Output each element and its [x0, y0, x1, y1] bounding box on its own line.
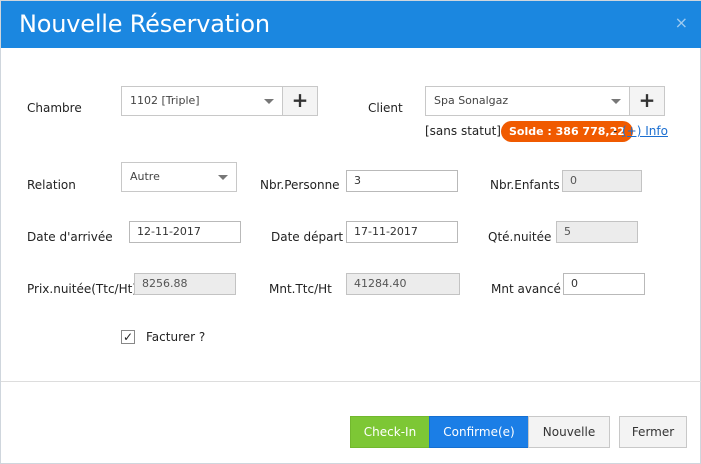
nbr-enfants-input: 0	[562, 170, 642, 192]
footer-divider	[1, 381, 701, 382]
mnt-ttc-input: 41284.40	[346, 273, 460, 295]
chambre-select[interactable]: 1102 [Triple]	[121, 86, 283, 116]
prix-nuitee-input: 8256.88	[134, 273, 236, 295]
mnt-avance-input[interactable]: 0	[563, 273, 645, 295]
facturer-checkbox[interactable]: ✓	[121, 330, 135, 344]
check-icon: ✓	[122, 330, 134, 344]
relation-label: Relation	[27, 178, 76, 192]
client-value: Spa Sonalgaz	[434, 94, 509, 107]
client-status: [sans statut]	[425, 124, 501, 138]
date-depart-input[interactable]: 17-11-2017	[346, 221, 458, 243]
client-label: Client	[368, 101, 403, 115]
nbr-enfants-label: Nbr.Enfants	[490, 178, 560, 192]
dialog-title: Nouvelle Réservation	[19, 10, 270, 38]
qte-nuitee-input: 5	[556, 221, 638, 243]
chevron-down-icon	[611, 99, 621, 104]
chevron-down-icon	[218, 175, 228, 180]
fermer-button[interactable]: Fermer	[619, 416, 687, 448]
close-icon[interactable]: ×	[675, 13, 688, 32]
client-select[interactable]: Spa Sonalgaz	[425, 86, 630, 116]
reservation-dialog: Nouvelle Réservation × Chambre 1102 [Tri…	[0, 0, 701, 464]
add-client-button[interactable]: +	[629, 86, 665, 116]
chevron-down-icon	[264, 99, 274, 104]
date-arrivee-label: Date d'arrivée	[27, 230, 113, 244]
relation-value: Autre	[130, 170, 160, 183]
confirme-button[interactable]: Confirme(e)	[429, 416, 529, 448]
nouvelle-button[interactable]: Nouvelle	[528, 416, 610, 448]
dialog-header: Nouvelle Réservation ×	[1, 1, 701, 48]
qte-nuitee-label: Qté.nuitée	[488, 230, 552, 244]
mnt-ttc-label: Mnt.Ttc/Ht	[269, 282, 332, 296]
relation-select[interactable]: Autre	[121, 162, 237, 192]
prix-nuitee-label: Prix.nuitée(Ttc/Ht)	[27, 282, 137, 296]
mnt-avance-label: Mnt avancé	[491, 282, 561, 296]
info-separator: -	[613, 124, 618, 138]
date-arrivee-input[interactable]: 12-11-2017	[129, 221, 241, 243]
date-depart-label: Date départ	[271, 230, 344, 244]
checkin-button[interactable]: Check-In	[350, 416, 430, 448]
facturer-label: Facturer ?	[146, 330, 206, 344]
chambre-value: 1102 [Triple]	[130, 94, 200, 107]
nbr-personne-input[interactable]: 3	[346, 170, 458, 192]
nbr-personne-label: Nbr.Personne	[260, 178, 340, 192]
info-link[interactable]: (+) Info	[622, 124, 668, 138]
add-chambre-button[interactable]: +	[282, 86, 318, 116]
chambre-label: Chambre	[27, 101, 82, 115]
